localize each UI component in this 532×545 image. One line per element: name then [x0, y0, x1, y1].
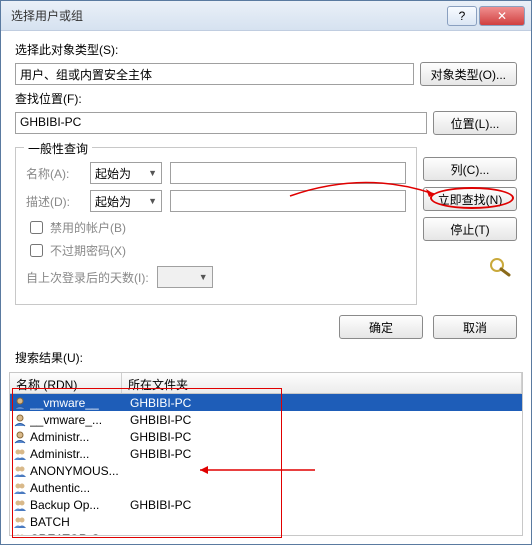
column-name[interactable]: 名称 (RDN) [10, 373, 122, 393]
ok-button[interactable]: 确定 [339, 315, 423, 339]
object-type-field: 用户、组或内置安全主体 [15, 63, 414, 85]
results-header: 名称 (RDN) 所在文件夹 [9, 372, 523, 394]
nonexpire-password-checkbox[interactable]: 不过期密码(X) [26, 241, 406, 260]
result-location: GHBIBI-PC [122, 430, 191, 444]
user-icon [12, 412, 28, 428]
result-name: Administr... [30, 430, 122, 444]
group-icon [12, 514, 28, 530]
group-icon [12, 463, 28, 479]
user-icon [12, 395, 28, 411]
chevron-down-icon: ▼ [148, 196, 157, 206]
group-icon [12, 497, 28, 513]
result-location: GHBIBI-PC [122, 447, 191, 461]
cancel-button[interactable]: 取消 [433, 315, 517, 339]
chevron-down-icon: ▼ [148, 168, 157, 178]
help-button[interactable]: ? [447, 6, 477, 26]
table-row[interactable]: CREATOR G... [10, 530, 522, 536]
table-row[interactable]: __vmware_...GHBIBI-PC [10, 411, 522, 428]
checkbox-input[interactable] [30, 221, 43, 234]
columns-button[interactable]: 列(C)... [423, 157, 517, 181]
table-row[interactable]: Administr...GHBIBI-PC [10, 445, 522, 462]
location-button[interactable]: 位置(L)... [433, 111, 517, 135]
right-button-column: 列(C)... 立即查找(N) 停止(T) [423, 139, 517, 305]
group-icon [12, 531, 28, 537]
result-name: Backup Op... [30, 498, 122, 512]
close-button[interactable]: ✕ [479, 6, 525, 26]
find-now-button[interactable]: 立即查找(N) [423, 187, 517, 211]
desc-match-select[interactable]: 起始为 ▼ [90, 190, 162, 212]
desc-input[interactable] [170, 190, 406, 212]
table-row[interactable]: BATCH [10, 513, 522, 530]
table-row[interactable]: Backup Op...GHBIBI-PC [10, 496, 522, 513]
days-label: 自上次登录后的天数(I): [26, 269, 149, 286]
result-location: GHBIBI-PC [122, 413, 191, 427]
disabled-accounts-checkbox[interactable]: 禁用的帐户(B) [26, 218, 406, 237]
results-list[interactable]: __vmware__GHBIBI-PC__vmware_...GHBIBI-PC… [9, 394, 523, 536]
content-area: 选择此对象类型(S): 用户、组或内置安全主体 对象类型(O)... 查找位置(… [1, 31, 531, 372]
user-icon [12, 429, 28, 445]
result-name: ANONYMOUS... [30, 464, 122, 478]
results-label: 搜索结果(U): [15, 349, 517, 366]
name-label: 名称(A): [26, 165, 82, 182]
name-input[interactable] [170, 162, 406, 184]
table-row[interactable]: ANONYMOUS... [10, 462, 522, 479]
table-row[interactable]: Administr...GHBIBI-PC [10, 428, 522, 445]
titlebar: 选择用户或组 ? ✕ [1, 1, 531, 31]
general-query-legend: 一般性查询 [24, 140, 92, 157]
location-label: 查找位置(F): [15, 90, 517, 107]
object-type-label: 选择此对象类型(S): [15, 41, 517, 58]
result-name: CREATOR G... [30, 532, 122, 537]
days-select: ▼ [157, 266, 213, 288]
result-name: __vmware__ [30, 396, 122, 410]
table-row[interactable]: Authentic... [10, 479, 522, 496]
chevron-down-icon: ▼ [199, 272, 208, 282]
checkbox-input[interactable] [30, 244, 43, 257]
location-field: GHBIBI-PC [15, 112, 427, 134]
table-row[interactable]: __vmware__GHBIBI-PC [10, 394, 522, 411]
result-location: GHBIBI-PC [122, 498, 191, 512]
name-match-select[interactable]: 起始为 ▼ [90, 162, 162, 184]
window-title: 选择用户或组 [1, 7, 446, 24]
result-name: Authentic... [30, 481, 122, 495]
desc-label: 描述(D): [26, 193, 82, 210]
stop-button[interactable]: 停止(T) [423, 217, 517, 241]
dialog-window: 选择用户或组 ? ✕ 选择此对象类型(S): 用户、组或内置安全主体 对象类型(… [0, 0, 532, 545]
group-icon [12, 446, 28, 462]
column-location[interactable]: 所在文件夹 [122, 373, 522, 393]
result-location: GHBIBI-PC [122, 396, 191, 410]
results-area: 名称 (RDN) 所在文件夹 __vmware__GHBIBI-PC__vmwa… [1, 372, 531, 544]
group-icon [12, 480, 28, 496]
help-icon: ? [459, 9, 466, 23]
general-query-group: 一般性查询 名称(A): 起始为 ▼ 描述(D): 起始为 ▼ [15, 147, 417, 305]
search-icon [485, 255, 517, 279]
close-icon: ✕ [497, 9, 507, 23]
result-name: __vmware_... [30, 413, 122, 427]
result-name: Administr... [30, 447, 122, 461]
object-type-button[interactable]: 对象类型(O)... [420, 62, 517, 86]
result-name: BATCH [30, 515, 122, 529]
